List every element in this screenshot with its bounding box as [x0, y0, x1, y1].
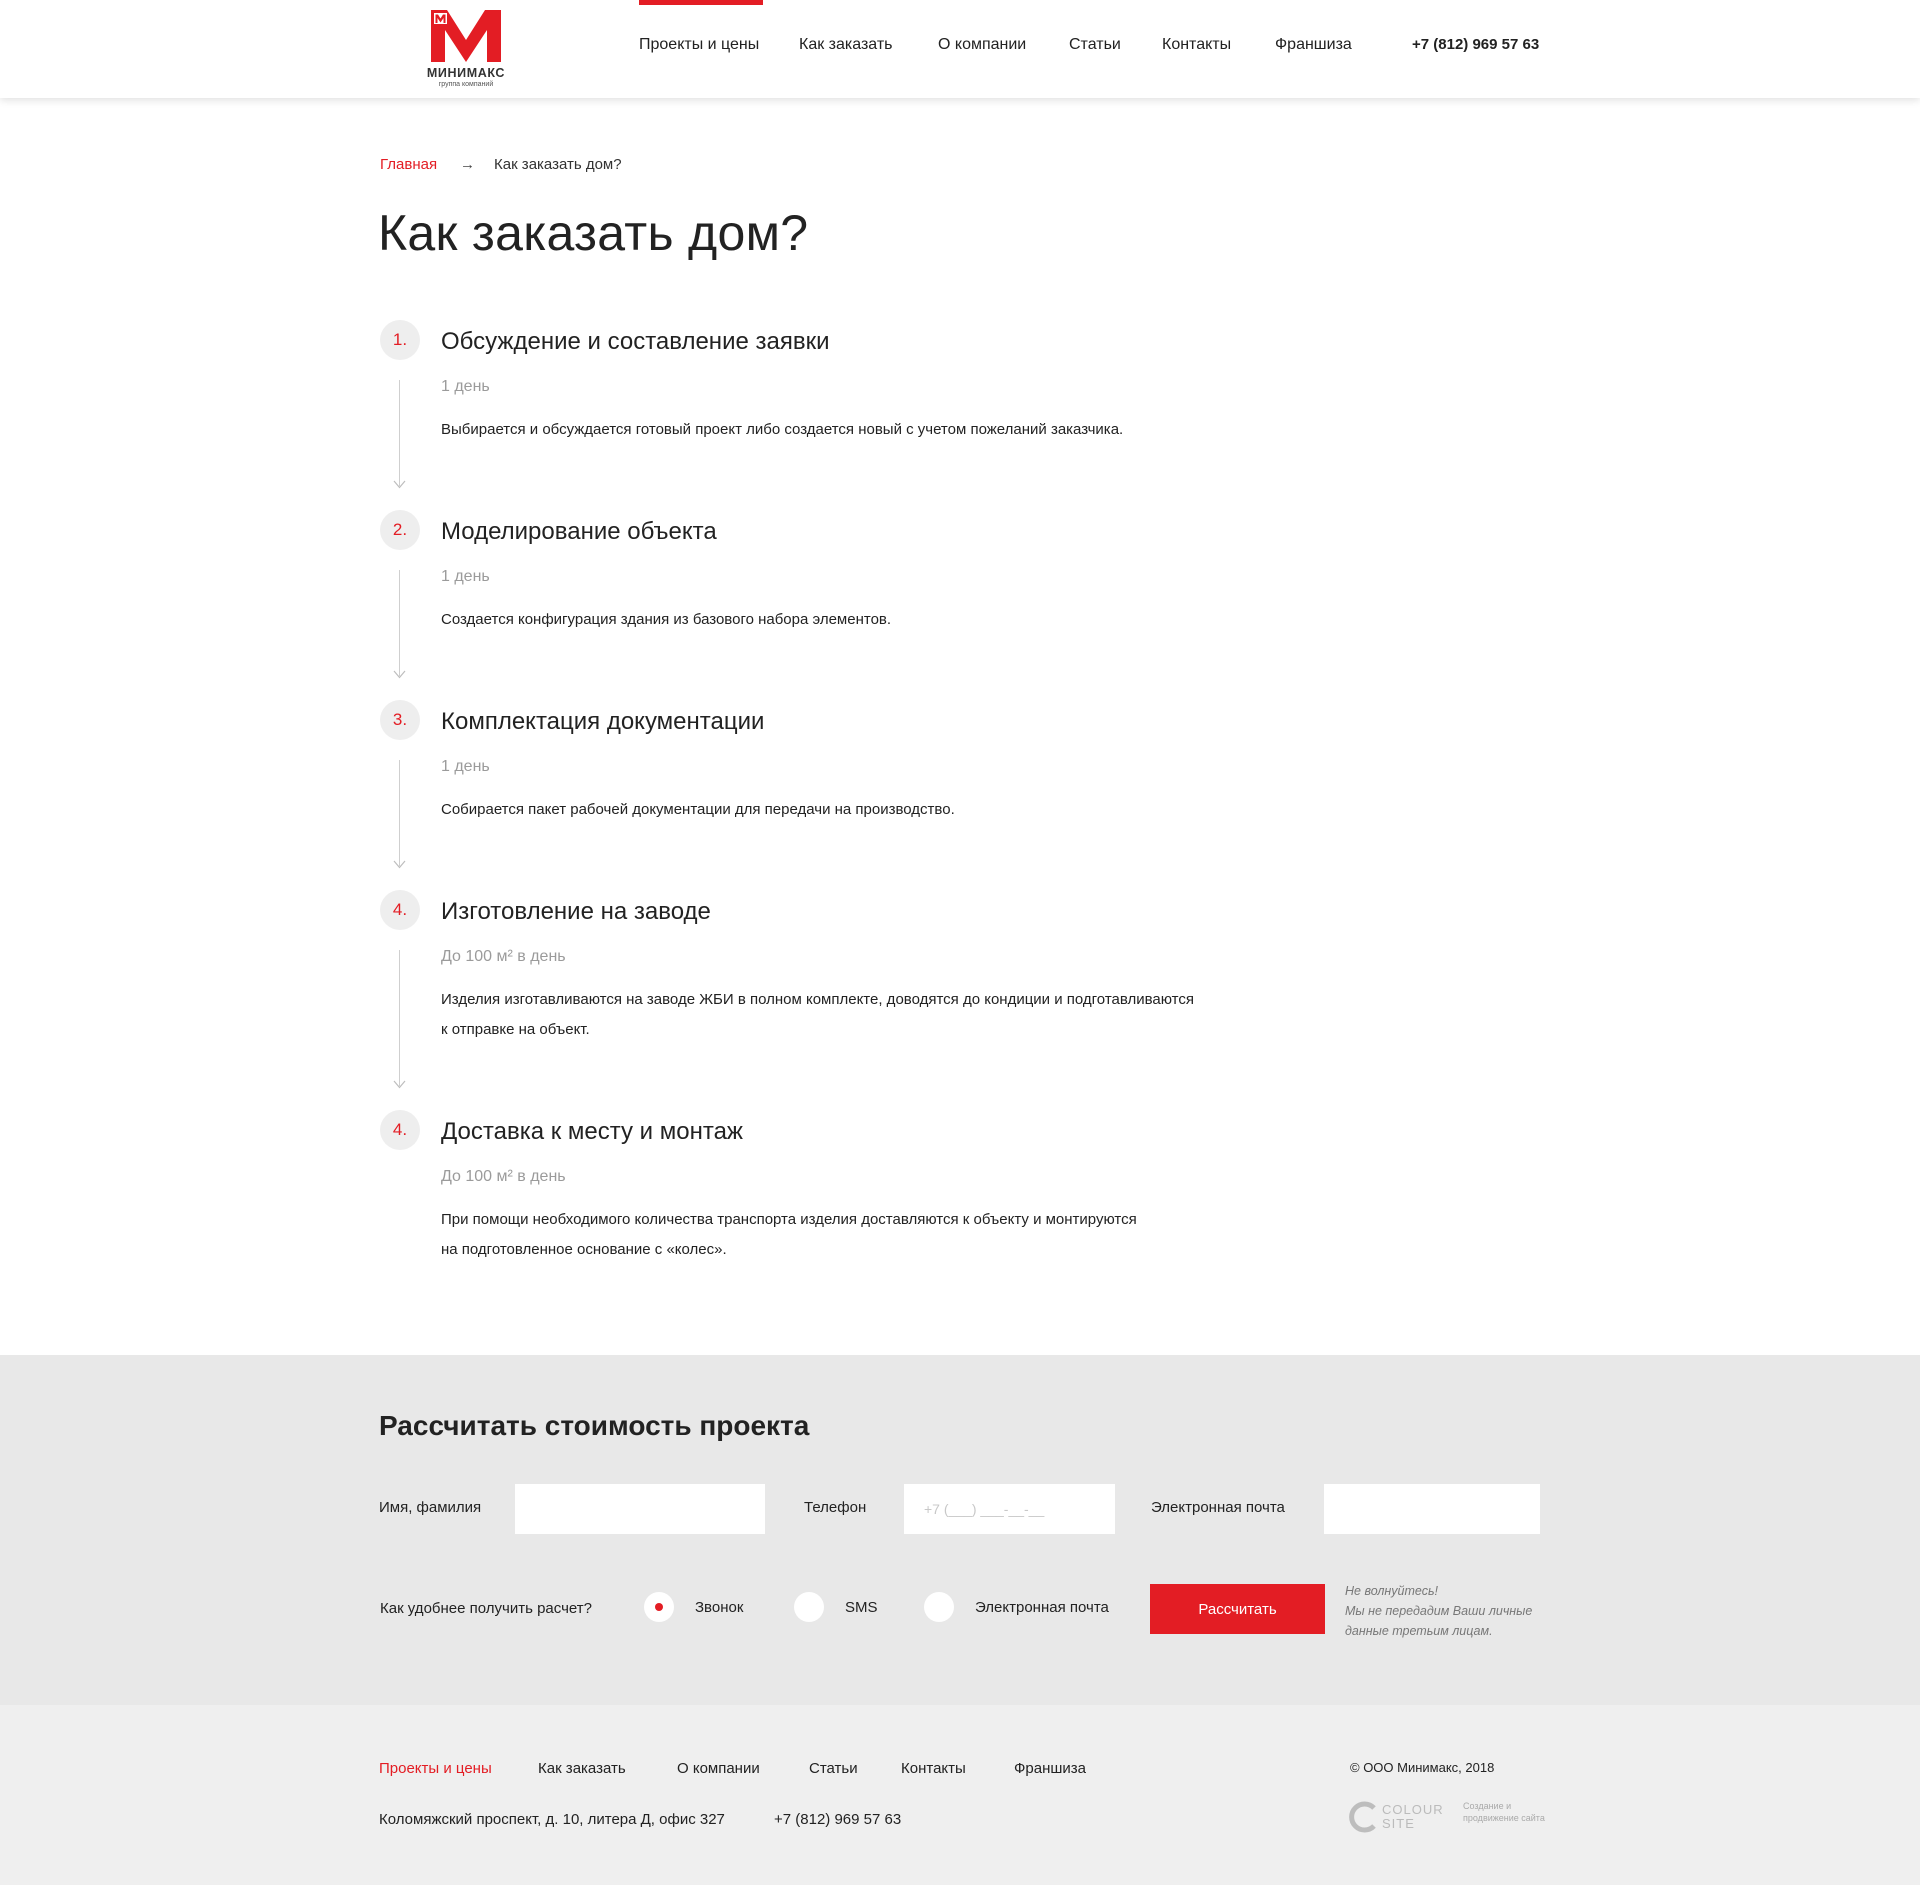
- privacy-note-line: Мы не передадим Ваши личные данные треть…: [1345, 1604, 1533, 1638]
- step-description: Создается конфигурация здания из базовог…: [441, 611, 892, 628]
- nav-item-articles[interactable]: Статьи: [1069, 36, 1121, 54]
- arrow-down-icon: [393, 860, 406, 869]
- nav-item-how-to-order[interactable]: Как заказать: [799, 36, 893, 54]
- nav-active-indicator: [639, 0, 763, 5]
- footer-nav-projects[interactable]: Проекты и цены: [379, 1760, 492, 1777]
- site-header: МИНИМАКС группа компаний Проекты и цены …: [0, 0, 1920, 98]
- developer-description: Создание и продвижение сайта: [1463, 1801, 1545, 1823]
- radio-email-label[interactable]: Электронная почта: [975, 1599, 1109, 1616]
- step-duration: 1 день: [441, 758, 490, 775]
- step-connector-line: [399, 380, 400, 486]
- step-description-line: При помощи необходимого количества транс…: [441, 1211, 1137, 1228]
- step-title: Моделирование объекта: [441, 518, 717, 545]
- site-footer: Проекты и цены Как заказать О компании С…: [0, 1705, 1920, 1885]
- name-input[interactable]: [515, 1484, 765, 1534]
- radio-call-label[interactable]: Звонок: [695, 1599, 743, 1616]
- step-description: Выбирается и обсуждается готовый проект …: [441, 421, 1124, 438]
- step-description: Изделия изготавливаются на заводе ЖБИ в …: [441, 985, 1241, 1045]
- footer-nav-articles[interactable]: Статьи: [809, 1760, 858, 1777]
- header-phone[interactable]: +7 (812) 969 57 63: [1412, 36, 1539, 53]
- step-connector-line: [399, 950, 400, 1086]
- method-label: Как удобнее получить расчет?: [380, 1600, 592, 1617]
- developer-logo[interactable]: COLOUR SITE Создание и продвижение сайта: [1348, 1798, 1548, 1836]
- calculate-button[interactable]: Рассчитать: [1150, 1584, 1325, 1634]
- email-input[interactable]: [1324, 1484, 1540, 1534]
- step-number: 1.: [380, 320, 420, 360]
- step-connector-line: [399, 570, 400, 676]
- step-description: Собирается пакет рабочей документации дл…: [441, 801, 955, 818]
- radio-sms-label[interactable]: SMS: [845, 1599, 878, 1616]
- step-connector-line: [399, 760, 400, 866]
- step-title: Изготовление на заводе: [441, 898, 711, 925]
- radio-email[interactable]: [924, 1592, 954, 1622]
- step-title: Доставка к месту и монтаж: [441, 1118, 743, 1145]
- step-title: Обсуждение и составление заявки: [441, 328, 830, 355]
- phone-input[interactable]: [904, 1484, 1115, 1534]
- footer-address: Коломяжский проспект, д. 10, литера Д, о…: [379, 1811, 725, 1828]
- privacy-note-line: Не волнуйтесь!: [1345, 1584, 1439, 1598]
- site-logo[interactable]: МИНИМАКС группа компаний: [418, 8, 514, 92]
- arrow-down-icon: [393, 480, 406, 489]
- calc-title: Рассчитать стоимость проекта: [379, 1410, 810, 1441]
- step-number: 4.: [380, 1110, 420, 1150]
- page-title: Как заказать дом?: [378, 205, 809, 261]
- radio-call[interactable]: [644, 1592, 674, 1622]
- footer-nav-about[interactable]: О компании: [677, 1760, 760, 1777]
- logo-name: МИНИМАКС: [426, 66, 506, 80]
- copyright: © ООО Минимакс, 2018: [1350, 1760, 1495, 1775]
- phone-label: Телефон: [804, 1499, 867, 1516]
- footer-phone[interactable]: +7 (812) 969 57 63: [774, 1811, 901, 1828]
- footer-nav-contacts[interactable]: Контакты: [901, 1760, 966, 1777]
- step-description-line: на подготовленное основание с «колес».: [441, 1241, 727, 1258]
- breadcrumb-current: Как заказать дом?: [494, 156, 622, 173]
- arrow-right-icon: →: [460, 156, 475, 173]
- step-description-line: Изделия изготавливаются на заводе ЖБИ в …: [441, 991, 1195, 1008]
- step-description-line: к отправке на объект.: [441, 1021, 590, 1038]
- step-description: При помощи необходимого количества транс…: [441, 1205, 1241, 1265]
- step-number: 2.: [380, 510, 420, 550]
- arrow-down-icon: [393, 1080, 406, 1089]
- step-duration: 1 день: [441, 378, 490, 395]
- step-title: Комплектация документации: [441, 708, 765, 735]
- calc-form-section: Рассчитать стоимость проекта Имя, фамили…: [0, 1355, 1920, 1705]
- arrow-down-icon: [393, 670, 406, 679]
- developer-brand-line: SITE: [1382, 1816, 1415, 1831]
- logo-subtitle: группа компаний: [438, 81, 494, 88]
- developer-brand: COLOUR SITE: [1382, 1803, 1444, 1831]
- nav-item-contacts[interactable]: Контакты: [1162, 36, 1231, 54]
- nav-item-projects[interactable]: Проекты и цены: [639, 36, 759, 54]
- privacy-note: Не волнуйтесь! Мы не передадим Ваши личн…: [1345, 1581, 1545, 1641]
- nav-item-franchise[interactable]: Франшиза: [1275, 36, 1352, 54]
- step-number: 4.: [380, 890, 420, 930]
- footer-nav-how-to-order[interactable]: Как заказать: [538, 1760, 626, 1777]
- step-duration: 1 день: [441, 568, 490, 585]
- logo-m-icon: [431, 10, 501, 62]
- footer-nav-franchise[interactable]: Франшиза: [1014, 1760, 1086, 1777]
- breadcrumb-home-link[interactable]: Главная: [380, 156, 437, 173]
- nav-item-about[interactable]: О компании: [938, 36, 1026, 54]
- developer-brand-line: COLOUR: [1382, 1802, 1444, 1817]
- radio-sms[interactable]: [794, 1592, 824, 1622]
- colour-site-logo-icon: [1349, 1801, 1376, 1833]
- step-duration: До 100 м² в день: [441, 1168, 566, 1185]
- step-duration: До 100 м² в день: [441, 948, 566, 965]
- step-number: 3.: [380, 700, 420, 740]
- email-label: Электронная почта: [1151, 1499, 1285, 1516]
- name-label: Имя, фамилия: [379, 1499, 482, 1516]
